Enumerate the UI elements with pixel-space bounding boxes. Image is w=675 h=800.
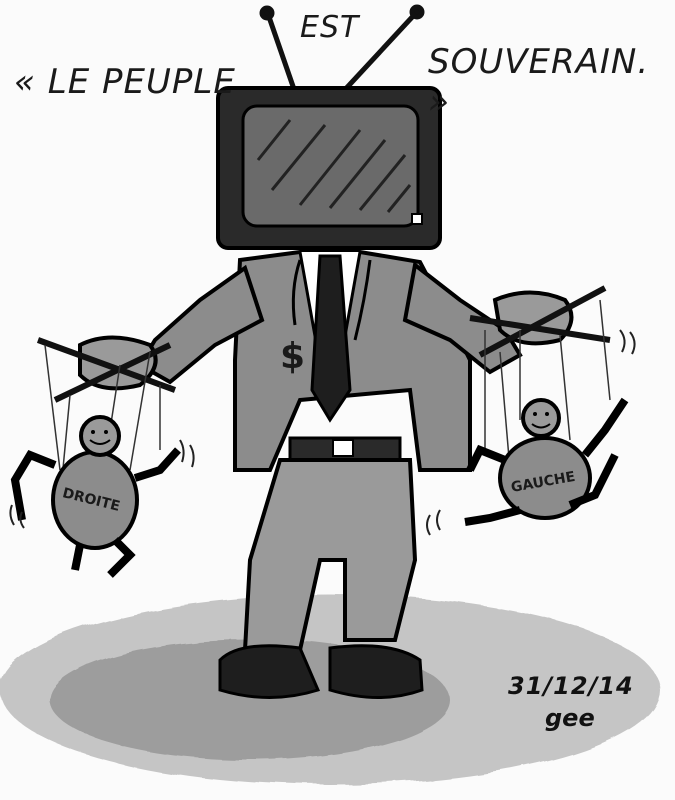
caption-right: SOUVERAIN. » (428, 42, 650, 122)
caption-left: « LE PEUPLE (14, 62, 236, 102)
caption: « LE PEUPLE EST SOUVERAIN. » (0, 0, 675, 122)
cartoon-canvas: $ DROITE GAUCHE « LE PEUPLE EST SOUVERAI… (0, 0, 675, 800)
dollar-symbol: $ (280, 336, 305, 377)
signature-author: gee (545, 704, 595, 732)
puppet-gauche (464, 397, 629, 526)
caption-middle: EST (300, 10, 360, 45)
signature-date: 31/12/14 (508, 672, 634, 700)
